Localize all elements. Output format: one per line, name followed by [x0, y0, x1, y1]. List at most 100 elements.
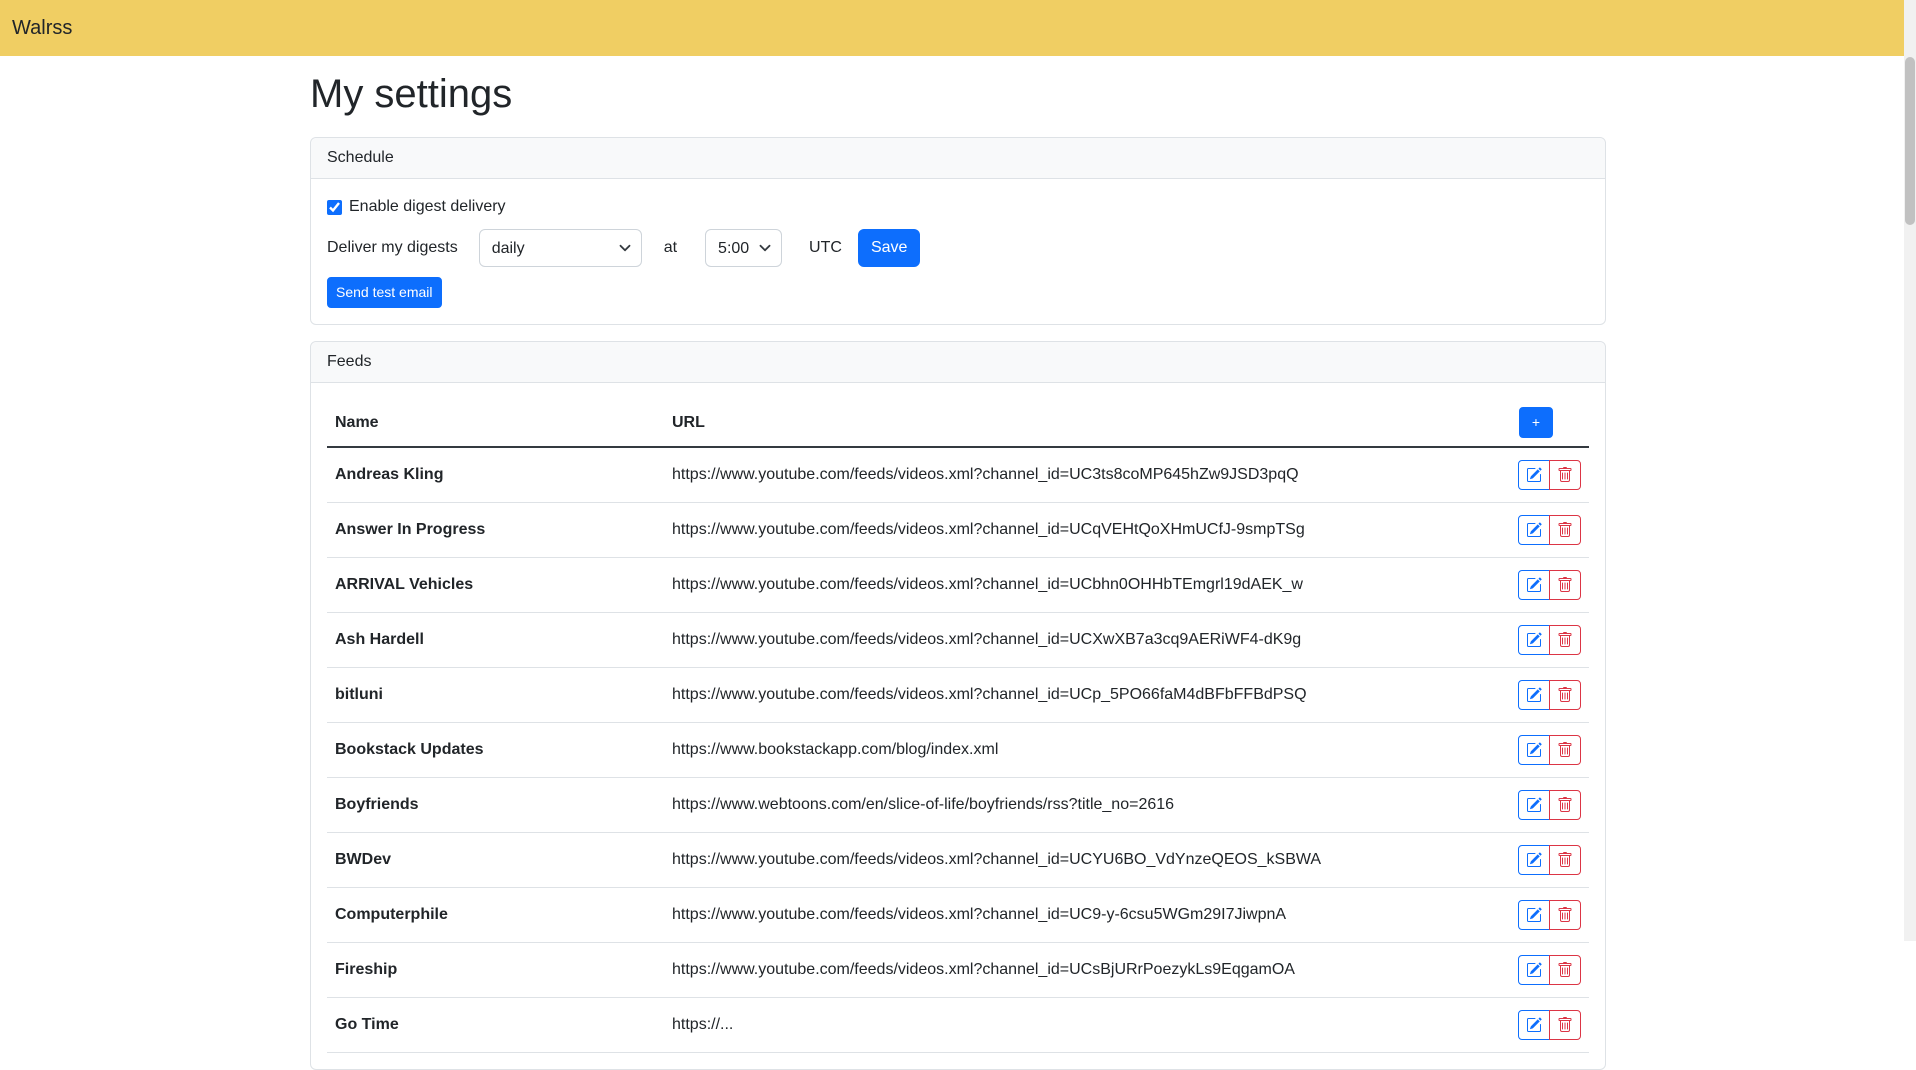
- save-button[interactable]: Save: [858, 229, 920, 267]
- main-content: My settings Schedule Enable digest deliv…: [298, 70, 1618, 1070]
- at-label: at: [664, 239, 677, 257]
- edit-feed-button[interactable]: [1518, 570, 1550, 600]
- edit-feed-button[interactable]: [1518, 1010, 1550, 1040]
- feed-actions: [1479, 723, 1589, 778]
- feed-url: https://www.youtube.com/feeds/videos.xml…: [664, 558, 1479, 613]
- frequency-select[interactable]: daily: [479, 229, 642, 267]
- trash-icon: [1557, 907, 1573, 923]
- trash-icon: [1557, 687, 1573, 703]
- pencil-square-icon: [1526, 907, 1542, 923]
- feeds-card-body: Name URL + Andreas Kling https://www.you…: [311, 383, 1605, 1069]
- feed-actions: [1479, 943, 1589, 998]
- feed-actions-group: [1518, 790, 1581, 820]
- feed-actions-group: [1518, 955, 1581, 985]
- feed-row: Boyfriends https://www.webtoons.com/en/s…: [327, 778, 1589, 833]
- feed-actions: [1479, 778, 1589, 833]
- navbar: Walrss: [0, 0, 1916, 56]
- deliver-label: Deliver my digests: [327, 239, 458, 257]
- pencil-square-icon: [1526, 687, 1542, 703]
- feed-name: bitluni: [327, 668, 664, 723]
- feed-row: Ash Hardell https://www.youtube.com/feed…: [327, 613, 1589, 668]
- feed-url: https://www.youtube.com/feeds/videos.xml…: [664, 833, 1479, 888]
- frequency-select-wrap: daily: [479, 229, 642, 267]
- feed-name: Ash Hardell: [327, 613, 664, 668]
- feeds-table-body: Andreas Kling https://www.youtube.com/fe…: [327, 447, 1589, 1053]
- feed-row: Fireship https://www.youtube.com/feeds/v…: [327, 943, 1589, 998]
- feeds-table: Name URL + Andreas Kling https://www.you…: [327, 399, 1589, 1053]
- feed-row: bitluni https://www.youtube.com/feeds/vi…: [327, 668, 1589, 723]
- edit-feed-button[interactable]: [1518, 955, 1550, 985]
- feeds-card: Feeds Name URL + Andreas Kling https://w…: [310, 341, 1606, 1070]
- feed-name: Andreas Kling: [327, 447, 664, 503]
- feed-actions-group: [1518, 900, 1581, 930]
- delete-feed-button[interactable]: [1549, 900, 1581, 930]
- feed-actions-group: [1518, 460, 1581, 490]
- pencil-square-icon: [1526, 522, 1542, 538]
- delete-feed-button[interactable]: [1549, 680, 1581, 710]
- delete-feed-button[interactable]: [1549, 625, 1581, 655]
- feed-row: Answer In Progress https://www.youtube.c…: [327, 503, 1589, 558]
- pencil-square-icon: [1526, 1017, 1542, 1033]
- feed-url: https://www.bookstackapp.com/blog/index.…: [664, 723, 1479, 778]
- feed-actions: [1479, 613, 1589, 668]
- trash-icon: [1557, 632, 1573, 648]
- delete-feed-button[interactable]: [1549, 460, 1581, 490]
- trash-icon: [1557, 577, 1573, 593]
- feed-url: https://...: [664, 998, 1479, 1053]
- feed-actions: [1479, 558, 1589, 613]
- delivery-controls-row: Deliver my digests daily at 5:00 UTC Sav…: [327, 229, 1589, 267]
- pencil-square-icon: [1526, 632, 1542, 648]
- feed-url: https://www.webtoons.com/en/slice-of-lif…: [664, 778, 1479, 833]
- delete-feed-button[interactable]: [1549, 845, 1581, 875]
- feed-url: https://www.youtube.com/feeds/videos.xml…: [664, 943, 1479, 998]
- brand-link[interactable]: Walrss: [12, 17, 72, 40]
- edit-feed-button[interactable]: [1518, 460, 1550, 490]
- trash-icon: [1557, 1017, 1573, 1033]
- scrollbar-track[interactable]: [1904, 0, 1916, 941]
- trash-icon: [1557, 467, 1573, 483]
- feed-actions: [1479, 668, 1589, 723]
- edit-feed-button[interactable]: [1518, 625, 1550, 655]
- time-select[interactable]: 5:00: [705, 229, 782, 267]
- delete-feed-button[interactable]: [1549, 790, 1581, 820]
- delete-feed-button[interactable]: [1549, 1010, 1581, 1040]
- scrollbar-thumb[interactable]: [1905, 57, 1915, 225]
- trash-icon: [1557, 852, 1573, 868]
- schedule-card: Schedule Enable digest delivery Deliver …: [310, 137, 1606, 325]
- enable-digest-label[interactable]: Enable digest delivery: [349, 195, 506, 219]
- feed-url: https://www.youtube.com/feeds/videos.xml…: [664, 447, 1479, 503]
- delete-feed-button[interactable]: [1549, 955, 1581, 985]
- page-title: My settings: [310, 70, 1606, 118]
- feed-actions: [1479, 888, 1589, 943]
- column-header-actions: +: [1479, 399, 1589, 447]
- add-feed-button[interactable]: +: [1519, 407, 1553, 438]
- time-select-wrap: 5:00: [705, 229, 782, 267]
- feeds-table-header-row: Name URL +: [327, 399, 1589, 447]
- trash-icon: [1557, 797, 1573, 813]
- utc-label: UTC: [809, 239, 842, 257]
- feed-actions: [1479, 998, 1589, 1053]
- edit-feed-button[interactable]: [1518, 900, 1550, 930]
- edit-feed-button[interactable]: [1518, 790, 1550, 820]
- feed-actions: [1479, 447, 1589, 503]
- feed-actions-group: [1518, 570, 1581, 600]
- pencil-square-icon: [1526, 742, 1542, 758]
- feed-actions-group: [1518, 515, 1581, 545]
- edit-feed-button[interactable]: [1518, 515, 1550, 545]
- feed-row: ARRIVAL Vehicles https://www.youtube.com…: [327, 558, 1589, 613]
- column-header-name: Name: [327, 399, 664, 447]
- edit-feed-button[interactable]: [1518, 845, 1550, 875]
- feed-actions-group: [1518, 680, 1581, 710]
- trash-icon: [1557, 742, 1573, 758]
- send-test-email-button[interactable]: Send test email: [327, 277, 442, 308]
- edit-feed-button[interactable]: [1518, 735, 1550, 765]
- feed-url: https://www.youtube.com/feeds/videos.xml…: [664, 668, 1479, 723]
- delete-feed-button[interactable]: [1549, 515, 1581, 545]
- enable-digest-checkbox[interactable]: [327, 200, 342, 215]
- edit-feed-button[interactable]: [1518, 680, 1550, 710]
- feed-name: Answer In Progress: [327, 503, 664, 558]
- delete-feed-button[interactable]: [1549, 735, 1581, 765]
- delete-feed-button[interactable]: [1549, 570, 1581, 600]
- feed-name: BWDev: [327, 833, 664, 888]
- feed-row: Computerphile https://www.youtube.com/fe…: [327, 888, 1589, 943]
